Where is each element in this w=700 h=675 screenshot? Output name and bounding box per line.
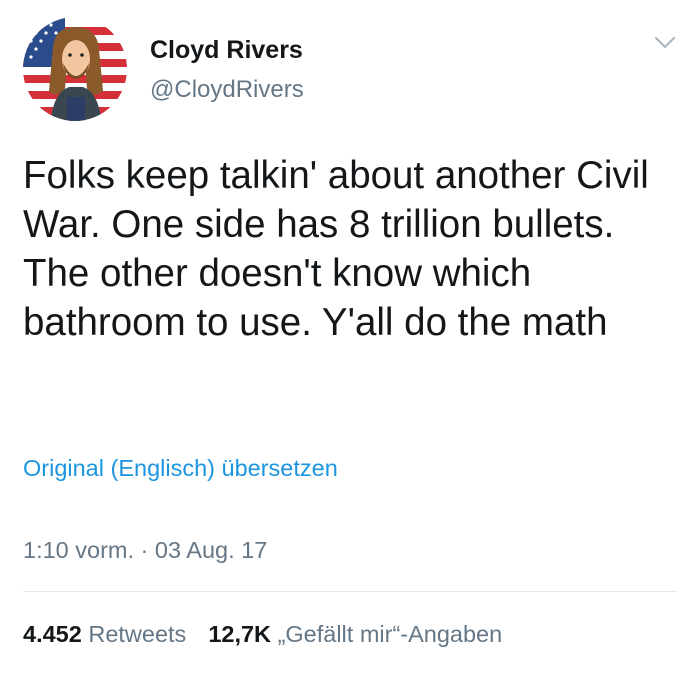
avatar-caricature-flag-icon <box>23 17 127 121</box>
avatar[interactable] <box>23 17 127 121</box>
tweet-timestamp[interactable]: 1:10 vorm. · 03 Aug. 17 <box>23 537 267 564</box>
likes-count: 12,7K <box>208 621 272 647</box>
retweets-label: Retweets <box>88 621 187 647</box>
tweet-card: Cloyd Rivers @CloydRivers Folks keep tal… <box>0 0 700 675</box>
user-handle[interactable]: @CloydRivers <box>150 76 304 104</box>
likes-stat[interactable]: 12,7K „Gefällt mir“-Angaben <box>208 621 502 647</box>
retweets-count: 4.452 <box>23 621 82 647</box>
display-name[interactable]: Cloyd Rivers <box>150 36 303 65</box>
tweet-stats: 4.452 Retweets 12,7K „Gefällt mir“-Angabe… <box>23 621 524 648</box>
likes-label: „Gefällt mir“-Angaben <box>277 621 503 647</box>
divider <box>23 591 677 592</box>
retweets-stat[interactable]: 4.452 Retweets <box>23 621 186 647</box>
chevron-down-icon[interactable] <box>653 34 677 52</box>
translate-link[interactable]: Original (Englisch) übersetzen <box>23 455 338 482</box>
tweet-text: Folks keep talkin' about another Civil W… <box>23 154 649 344</box>
